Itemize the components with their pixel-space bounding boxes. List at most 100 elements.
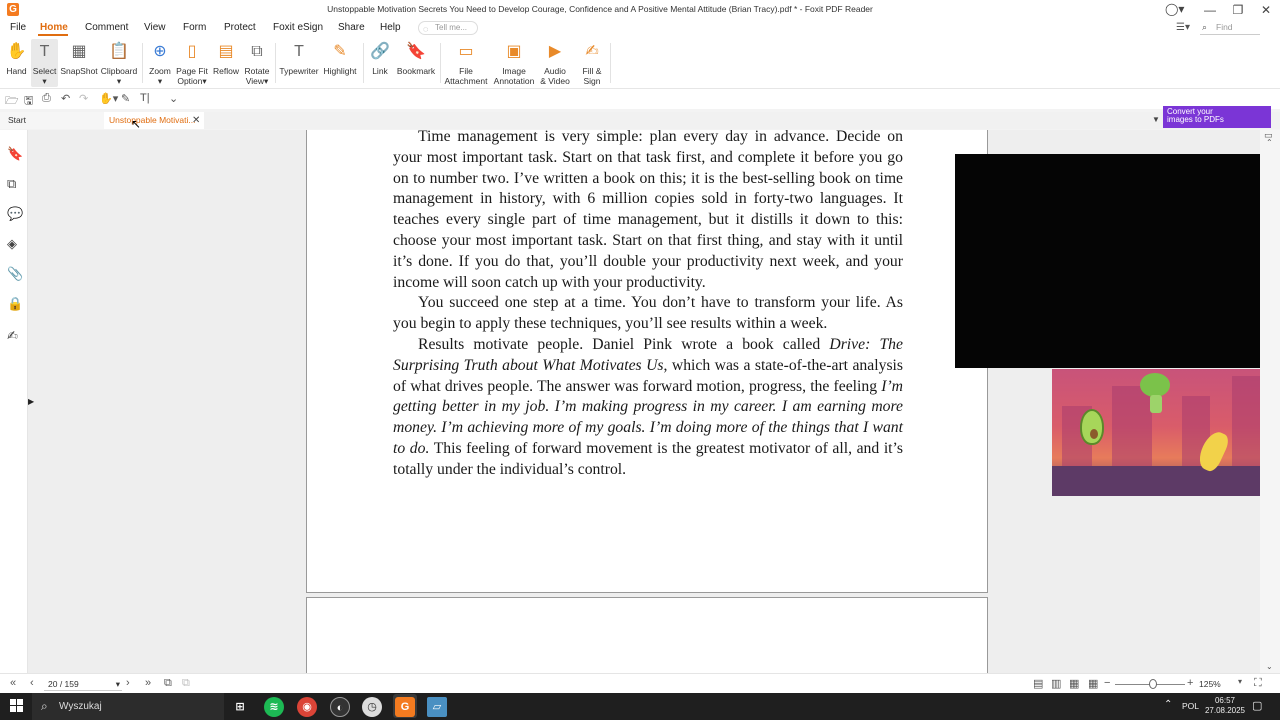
- scroll-down-icon[interactable]: ⌄: [1266, 662, 1273, 671]
- menu-form[interactable]: Form: [183, 22, 206, 33]
- fullscreen-icon[interactable]: ⛶: [1254, 677, 1262, 690]
- next-page-icon[interactable]: ›: [126, 677, 130, 689]
- menu-file[interactable]: File: [10, 22, 26, 33]
- menu-home[interactable]: Home: [40, 22, 68, 33]
- pages-panel-icon[interactable]: ⧉: [7, 176, 16, 192]
- menu-foxit-esign[interactable]: Foxit eSign: [273, 22, 323, 33]
- snapshot-button[interactable]: ▦ SnapShot: [60, 39, 98, 87]
- audio-video-button[interactable]: ▶ Audio & Video: [539, 39, 571, 87]
- reflow-button[interactable]: ▤ Reflow: [212, 39, 240, 87]
- previous-page-icon[interactable]: ‹: [30, 677, 34, 689]
- highlight-button[interactable]: ✎ Highlight: [321, 39, 359, 87]
- menu-comment[interactable]: Comment: [85, 22, 128, 33]
- menu-view[interactable]: View: [144, 22, 166, 33]
- vertical-scrollbar[interactable]: ▭ ⌃ ⌄: [1260, 130, 1280, 673]
- print-icon[interactable]: ⎙: [42, 92, 51, 105]
- spotify-icon[interactable]: ≋: [264, 697, 284, 717]
- broccoli-stem: [1150, 395, 1162, 413]
- undo-icon[interactable]: ↶: [61, 92, 70, 105]
- animated-vegetables-image: [1052, 369, 1280, 496]
- tray-overflow-icon[interactable]: ⌃: [1164, 699, 1172, 710]
- active-menu-indicator: [38, 34, 68, 36]
- page-fit-option-button[interactable]: ▯ Page Fit Option▾: [175, 39, 209, 87]
- layers-panel-icon[interactable]: ◈: [7, 236, 17, 252]
- page-view-icon[interactable]: ⧉: [164, 677, 172, 690]
- attachments-panel-icon[interactable]: 📎: [7, 266, 23, 282]
- hand-options-icon[interactable]: ✋▾: [99, 92, 118, 105]
- windows-start-icon[interactable]: [10, 699, 24, 713]
- input-language[interactable]: POL: [1182, 701, 1199, 711]
- expand-panel-arrow-icon[interactable]: ▶: [28, 397, 34, 406]
- scroll-up-icon[interactable]: ⌃: [1266, 138, 1273, 147]
- restore-button[interactable]: ❐: [1224, 0, 1252, 19]
- customize-toolbar-icon[interactable]: ⌄: [169, 92, 178, 105]
- continuous-page-icon[interactable]: ▥: [1051, 677, 1061, 690]
- ribbon-label: View: [245, 76, 264, 86]
- close-tab-icon[interactable]: ✕: [192, 112, 200, 129]
- page-view-alt-icon[interactable]: ⧉: [182, 677, 190, 690]
- rotate-view-button[interactable]: ⧉ Rotate View▾: [242, 39, 272, 87]
- taskbar-search[interactable]: ⌕ Wyszukaj: [32, 693, 224, 720]
- zoom-value[interactable]: 125%: [1199, 679, 1221, 689]
- zoom-button[interactable]: ⊕ Zoom ▾: [147, 39, 173, 87]
- menu-share[interactable]: Share: [338, 22, 365, 33]
- hand-tool-button[interactable]: ✋ Hand: [4, 39, 29, 87]
- clipboard-button[interactable]: 📋 Clipboard ▾: [100, 39, 138, 87]
- image-annotation-button[interactable]: ▣ Image Annotation: [491, 39, 537, 87]
- bookmark-button[interactable]: 🔖 Bookmark: [396, 39, 436, 87]
- typewriter-button[interactable]: T Typewriter: [279, 39, 319, 87]
- notification-icon[interactable]: ▢: [1252, 699, 1262, 712]
- ribbon-separator: [142, 43, 143, 83]
- link-button[interactable]: 🔗 Link: [367, 39, 393, 87]
- clock-app-icon[interactable]: ◷: [362, 697, 382, 717]
- account-icon[interactable]: ◯▾: [1165, 2, 1187, 17]
- ribbon-label: Reflow: [213, 66, 239, 76]
- file-attachment-button[interactable]: ▭ File Attachment: [444, 39, 488, 87]
- security-lock-icon[interactable]: 🔒: [7, 296, 23, 312]
- app-icon[interactable]: ◐: [330, 697, 350, 717]
- find-input[interactable]: ⌕ Find: [1200, 21, 1260, 35]
- tab-start[interactable]: Start: [0, 112, 104, 129]
- last-page-icon[interactable]: »: [145, 677, 151, 689]
- bookmarks-panel-icon[interactable]: 🔖: [7, 146, 23, 162]
- open-folder-icon[interactable]: 🗁: [5, 92, 19, 111]
- tab-document[interactable]: Unstoppable Motivati...: [104, 112, 204, 129]
- first-page-icon[interactable]: «: [10, 677, 16, 689]
- zoom-in-icon[interactable]: +: [1187, 677, 1193, 689]
- ribbon-label: Bookmark: [396, 66, 436, 76]
- task-view-icon[interactable]: ⊞: [230, 697, 250, 717]
- tab-list-dropdown-icon[interactable]: ▼: [1152, 115, 1160, 124]
- edit-pen-icon[interactable]: ✎: [121, 92, 130, 105]
- save-icon[interactable]: 🖫: [24, 92, 33, 111]
- zoom-slider-thumb[interactable]: [1149, 679, 1157, 689]
- menu-protect[interactable]: Protect: [224, 22, 256, 33]
- facing-page-icon[interactable]: ▦: [1069, 677, 1079, 690]
- signature-panel-icon[interactable]: ✍: [7, 328, 18, 344]
- page-number-field[interactable]: 20 / 159 ▾: [44, 677, 122, 691]
- comments-panel-icon[interactable]: 💬: [7, 206, 23, 222]
- minimize-button[interactable]: —: [1196, 0, 1224, 19]
- convert-images-banner[interactable]: Convert your images to PDFs: [1163, 106, 1271, 128]
- ribbon-label: Typewriter: [279, 66, 319, 76]
- view-options-icon[interactable]: ☰▾: [1176, 22, 1190, 33]
- continuous-facing-icon[interactable]: ▦: [1088, 677, 1098, 690]
- zoom-out-icon[interactable]: −: [1104, 677, 1110, 689]
- window-title: Unstoppable Motivation Secrets You Need …: [327, 4, 873, 14]
- dropdown-caret-icon[interactable]: ▾: [1238, 677, 1242, 686]
- tray-clock[interactable]: 06:57 27.08.2025: [1203, 696, 1247, 716]
- single-page-icon[interactable]: ▤: [1033, 677, 1043, 690]
- fill-sign-button[interactable]: ✍ Fill & Sign: [577, 39, 607, 87]
- text-format-icon[interactable]: T|: [140, 92, 150, 104]
- chrome-icon[interactable]: ◉: [297, 697, 317, 717]
- close-window-button[interactable]: ✕: [1252, 0, 1280, 19]
- tell-me-input[interactable]: ◌ Tell me...: [418, 21, 478, 35]
- media-icon: ▶: [548, 43, 562, 60]
- dropdown-caret-icon: ▾: [116, 76, 122, 86]
- notepad-icon[interactable]: ▱: [427, 697, 447, 717]
- foxit-taskbar-icon[interactable]: G: [395, 697, 415, 717]
- redo-icon[interactable]: ↷: [79, 92, 88, 105]
- menu-help[interactable]: Help: [380, 22, 401, 33]
- select-tool-button[interactable]: T Select ▾: [31, 39, 58, 87]
- ribbon-label: Hand: [6, 66, 27, 76]
- camera-snapshot-icon: ▦: [71, 43, 87, 60]
